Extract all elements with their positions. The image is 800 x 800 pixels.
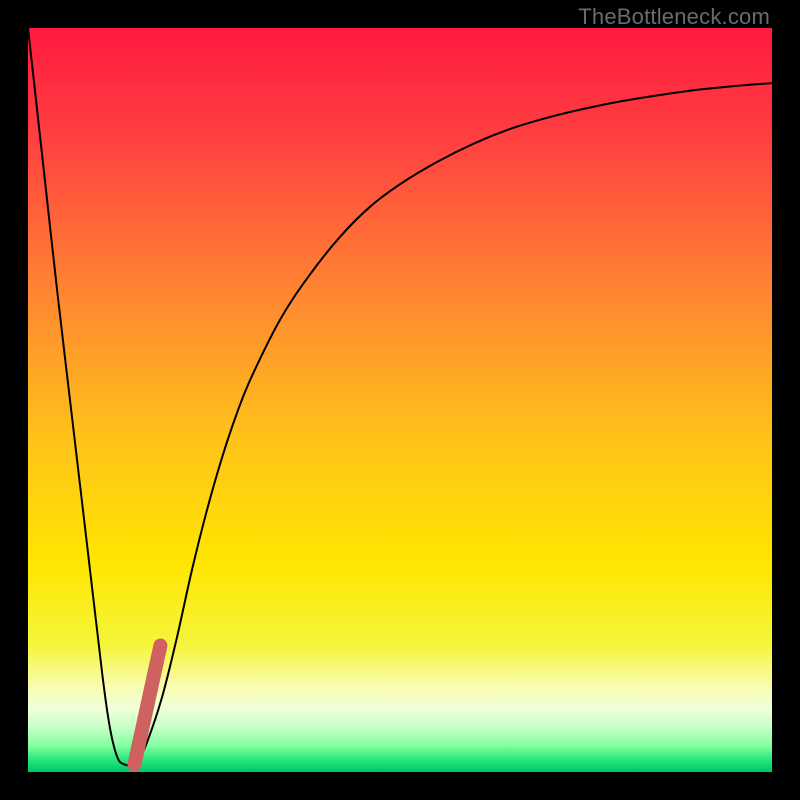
curve-layer	[28, 28, 772, 772]
watermark-text: TheBottleneck.com	[578, 4, 770, 30]
plot-area	[28, 28, 772, 772]
chart-stage: TheBottleneck.com	[0, 0, 800, 800]
marker-segment	[134, 646, 160, 765]
bottleneck-curve	[28, 28, 772, 766]
